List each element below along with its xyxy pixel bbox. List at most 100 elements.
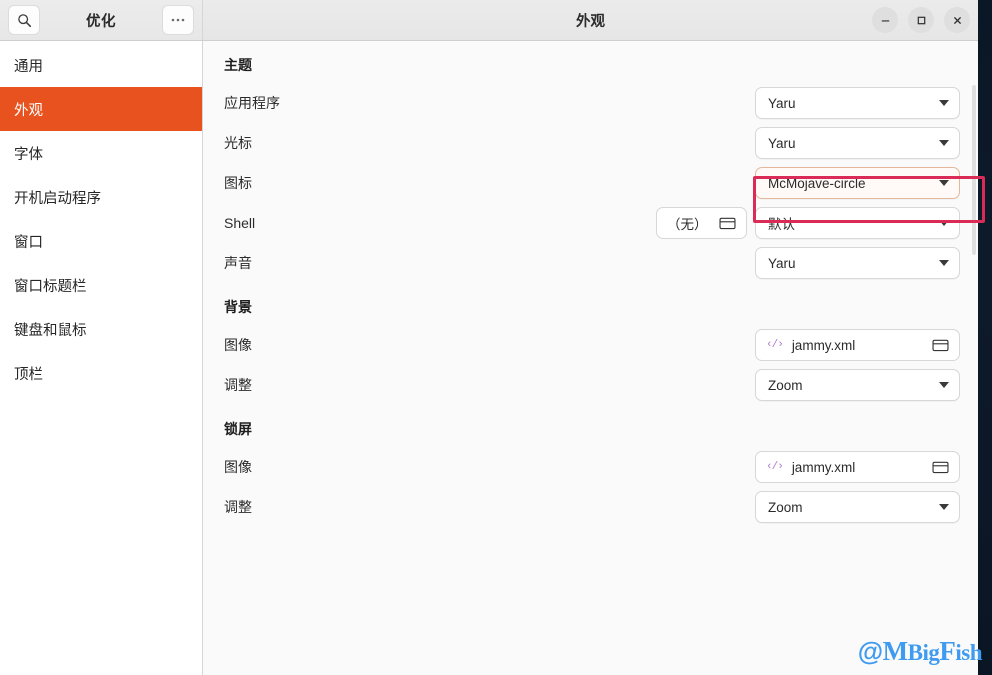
row-label: 光标 xyxy=(224,135,252,151)
combo-value: Zoom xyxy=(768,377,803,393)
chevron-down-icon xyxy=(939,180,949,186)
code-file-icon: ‹/› xyxy=(766,461,784,473)
folder-icon xyxy=(932,461,949,474)
combo-value: Yaru xyxy=(768,135,796,151)
combo-value: Yaru xyxy=(768,95,796,111)
row-control: ‹/› jammy.xml xyxy=(755,329,960,361)
row-control: ‹/› jammy.xml xyxy=(755,451,960,483)
group-title-background: 背景 xyxy=(224,299,252,315)
background-adjustment-combo[interactable]: Zoom xyxy=(755,369,960,401)
watermark-ish: ish xyxy=(955,640,982,665)
cursor-theme-combo[interactable]: Yaru xyxy=(755,127,960,159)
chevron-down-icon xyxy=(939,140,949,146)
close-button[interactable] xyxy=(944,7,970,33)
background-image-file-value: jammy.xml xyxy=(791,337,856,353)
row-control: Zoom xyxy=(755,369,960,401)
row-shell-theme: Shell （无） 默认 xyxy=(203,203,960,243)
minimize-button[interactable] xyxy=(872,7,898,33)
minimize-icon xyxy=(881,19,889,22)
combo-value: Yaru xyxy=(768,255,796,271)
sidebar-item-label: 字体 xyxy=(14,146,43,163)
close-icon xyxy=(953,16,961,24)
header-bar: 优化 外观 xyxy=(0,0,978,41)
row-background-image: 图像 ‹/› jammy.xml xyxy=(203,325,960,365)
sidebar-item-fonts[interactable]: 字体 xyxy=(0,131,202,175)
application-theme-combo[interactable]: Yaru xyxy=(755,87,960,119)
window-controls xyxy=(872,7,970,33)
row-label: 图像 xyxy=(224,337,252,353)
search-button[interactable] xyxy=(8,5,40,35)
shell-theme-file-button[interactable]: （无） xyxy=(656,207,747,239)
sidebar-item-label: 窗口 xyxy=(14,234,43,251)
combo-value: McMojave-circle xyxy=(768,175,866,191)
group-title-theme: 主题 xyxy=(224,57,252,73)
window-title: 外观 xyxy=(576,13,605,30)
lockscreen-image-file-button[interactable]: ‹/› jammy.xml xyxy=(755,451,960,483)
sidebar-item-label: 开机启动程序 xyxy=(14,190,101,207)
sidebar-item-general[interactable]: 通用 xyxy=(0,43,202,87)
maximize-button[interactable] xyxy=(908,7,934,33)
chevron-down-icon xyxy=(939,504,949,510)
tweaks-window: 优化 外观 通用 外观 字体 开机启动程序 窗口 窗口标题栏 键盘和鼠标 顶栏 … xyxy=(0,0,978,675)
row-control: Yaru xyxy=(755,127,960,159)
sidebar-item-startup-applications[interactable]: 开机启动程序 xyxy=(0,175,202,219)
row-icon-theme: 图标 McMojave-circle xyxy=(203,163,960,203)
sidebar-item-windows[interactable]: 窗口 xyxy=(0,219,202,263)
folder-icon xyxy=(719,217,736,230)
watermark-f: F xyxy=(939,636,956,666)
sidebar-item-appearance[interactable]: 外观 xyxy=(0,87,202,131)
row-control: Yaru xyxy=(755,247,960,279)
row-label: Shell xyxy=(224,215,256,231)
sidebar-item-keyboard-and-mouse[interactable]: 键盘和鼠标 xyxy=(0,307,202,351)
shell-theme-file-value: （无） xyxy=(667,217,708,232)
appearance-panel: 主题 应用程序 Yaru 光标 Yaru 图标 McMojave-circle … xyxy=(203,41,978,675)
sidebar-header: 优化 xyxy=(0,0,203,40)
sidebar-item-top-bar[interactable]: 顶栏 xyxy=(0,351,202,395)
lockscreen-image-file-value: jammy.xml xyxy=(791,459,856,475)
watermark-at: @ xyxy=(857,636,883,666)
sidebar-item-label: 窗口标题栏 xyxy=(14,278,87,295)
code-file-icon: ‹/› xyxy=(766,339,784,351)
row-lockscreen-image: 图像 ‹/› jammy.xml xyxy=(203,447,960,487)
vertical-scrollbar[interactable] xyxy=(972,85,976,255)
chevron-down-icon xyxy=(939,220,949,226)
desktop-background-strip xyxy=(976,0,992,675)
combo-value: 默认 xyxy=(768,217,795,232)
group-title-lockscreen: 锁屏 xyxy=(224,421,252,437)
sidebar-item-label: 顶栏 xyxy=(14,366,43,383)
row-background-adjustment: 调整 Zoom xyxy=(203,365,960,405)
maximize-icon xyxy=(917,16,925,24)
watermark: @MBigFish xyxy=(857,636,983,667)
chevron-down-icon xyxy=(939,382,949,388)
window-header-right: 外观 xyxy=(203,0,978,40)
row-label: 声音 xyxy=(224,255,252,271)
screen: 优化 外观 通用 外观 字体 开机启动程序 窗口 窗口标题栏 键盘和鼠标 顶栏 … xyxy=(0,0,992,675)
row-control: Zoom xyxy=(755,491,960,523)
row-sound-theme: 声音 Yaru xyxy=(203,243,960,283)
row-control: Yaru xyxy=(755,87,960,119)
row-label: 调整 xyxy=(224,377,252,393)
row-label: 图标 xyxy=(224,175,252,191)
shell-theme-combo[interactable]: 默认 xyxy=(755,207,960,239)
row-label: 调整 xyxy=(224,499,252,515)
app-title: 优化 xyxy=(86,13,116,30)
menu-button[interactable] xyxy=(162,5,194,35)
sidebar-item-window-titlebars[interactable]: 窗口标题栏 xyxy=(0,263,202,307)
row-control: （无） 默认 xyxy=(656,207,960,239)
folder-icon xyxy=(932,339,949,352)
sidebar: 通用 外观 字体 开机启动程序 窗口 窗口标题栏 键盘和鼠标 顶栏 xyxy=(0,41,203,675)
window-body: 通用 外观 字体 开机启动程序 窗口 窗口标题栏 键盘和鼠标 顶栏 主题 应用程… xyxy=(0,41,978,675)
sidebar-item-label: 通用 xyxy=(14,58,43,75)
chevron-down-icon xyxy=(939,260,949,266)
sound-theme-combo[interactable]: Yaru xyxy=(755,247,960,279)
background-image-file-button[interactable]: ‹/› jammy.xml xyxy=(755,329,960,361)
row-application-theme: 应用程序 Yaru xyxy=(203,83,960,123)
lockscreen-adjustment-combo[interactable]: Zoom xyxy=(755,491,960,523)
chevron-down-icon xyxy=(939,100,949,106)
row-control: McMojave-circle xyxy=(755,167,960,199)
icon-theme-combo[interactable]: McMojave-circle xyxy=(755,167,960,199)
row-lockscreen-adjustment: 调整 Zoom xyxy=(203,487,960,527)
watermark-big: Big xyxy=(907,640,940,665)
ellipsis-icon xyxy=(171,18,185,22)
row-label: 应用程序 xyxy=(224,95,280,111)
